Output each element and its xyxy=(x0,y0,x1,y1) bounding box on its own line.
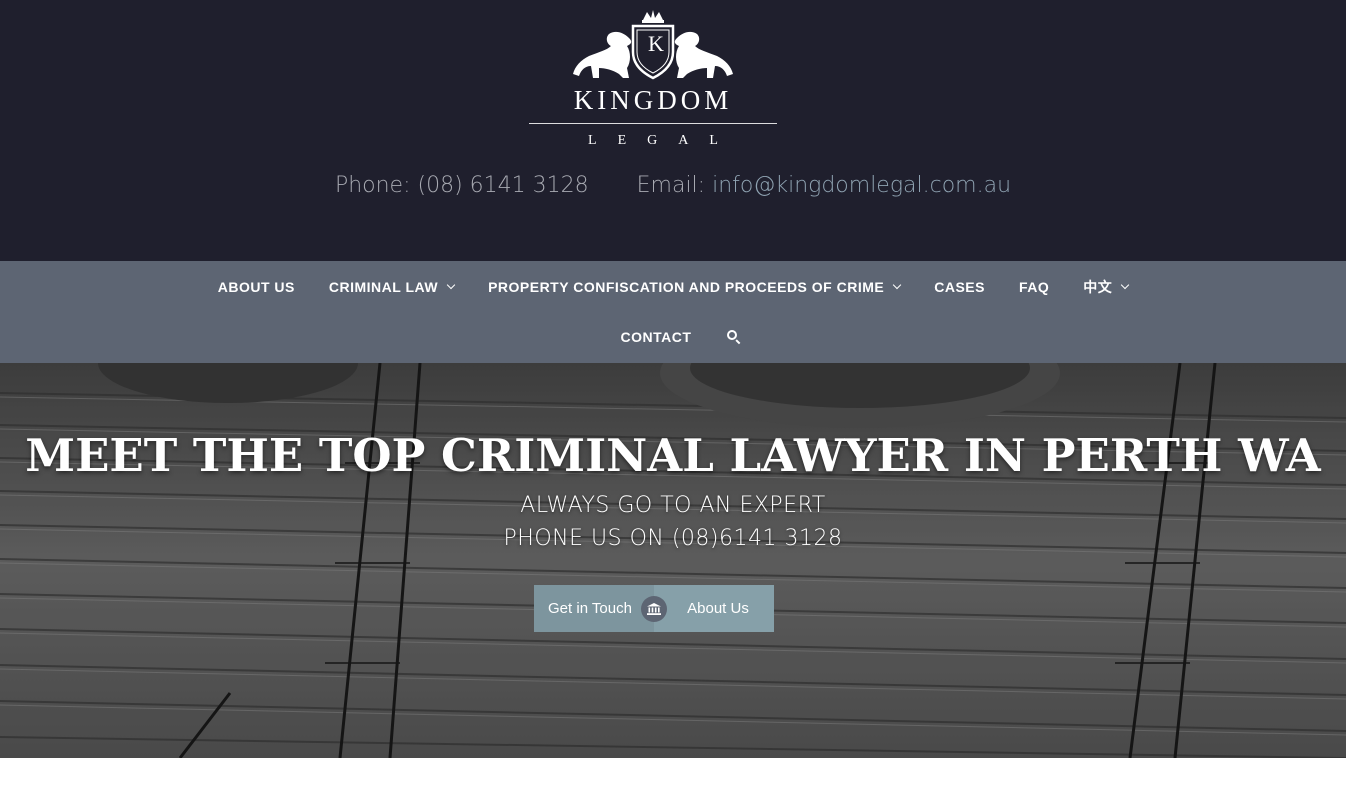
hero-banner: MEET THE TOP CRIMINAL LAWYER IN PERTH WA… xyxy=(0,363,1346,758)
hero-subtitle-1: ALWAYS GO TO AN EXPERT xyxy=(520,493,826,518)
hero-title: MEET THE TOP CRIMINAL LAWYER IN PERTH WA xyxy=(25,429,1321,482)
email-link[interactable]: info@kingdomlegal.com.au xyxy=(712,173,1011,198)
chevron-down-icon xyxy=(892,280,902,290)
nav-row-primary: ABOUT US CRIMINAL LAW PROPERTY CONFISCAT… xyxy=(0,277,1346,297)
search-icon[interactable] xyxy=(726,329,742,345)
crest-letter: K xyxy=(648,31,664,56)
hero-subtitle-2: PHONE US ON (08)6141 3128 xyxy=(503,526,843,551)
nav-item-about-us[interactable]: ABOUT US xyxy=(218,279,295,295)
get-in-touch-button[interactable]: Get in Touch xyxy=(534,585,654,632)
email-label: Email: xyxy=(636,173,706,198)
content-section xyxy=(0,758,1346,810)
hero-button-group: Get in Touch About Us xyxy=(534,585,774,632)
brand-divider xyxy=(529,123,777,124)
nav-item-contact[interactable]: CONTACT xyxy=(621,329,692,345)
nav-item-property-confiscation[interactable]: PROPERTY CONFISCATION AND PROCEEDS OF CR… xyxy=(488,279,902,295)
about-us-button[interactable]: About Us xyxy=(654,585,774,632)
brand-name: KINGDOM xyxy=(573,85,733,115)
nav-item-faq[interactable]: FAQ xyxy=(1019,279,1049,295)
contact-info: Phone: (08) 6141 3128 Email: info@kingdo… xyxy=(0,173,1346,198)
nav-row-secondary: CONTACT xyxy=(0,327,1346,347)
brand-logo[interactable]: KINGDOM LEGAL xyxy=(527,8,779,152)
chevron-down-icon xyxy=(1121,280,1130,290)
phone-label: Phone: xyxy=(334,173,411,198)
brand-subtitle: LEGAL xyxy=(588,133,739,148)
nav-item-criminal-law[interactable]: CRIMINAL LAW xyxy=(329,279,456,295)
main-navigation: ABOUT US CRIMINAL LAW PROPERTY CONFISCAT… xyxy=(0,261,1346,363)
courthouse-steps-image xyxy=(0,363,1346,758)
courthouse-icon xyxy=(641,596,667,622)
chevron-down-icon xyxy=(446,280,456,290)
phone-number[interactable]: (08) 6141 3128 xyxy=(418,173,589,198)
nav-item-chinese[interactable]: 中文 xyxy=(1083,277,1130,297)
nav-item-cases[interactable]: CASES xyxy=(934,279,985,295)
site-header: KINGDOM LEGAL K Phone: (08) 6141 3128 Em… xyxy=(0,0,1346,261)
